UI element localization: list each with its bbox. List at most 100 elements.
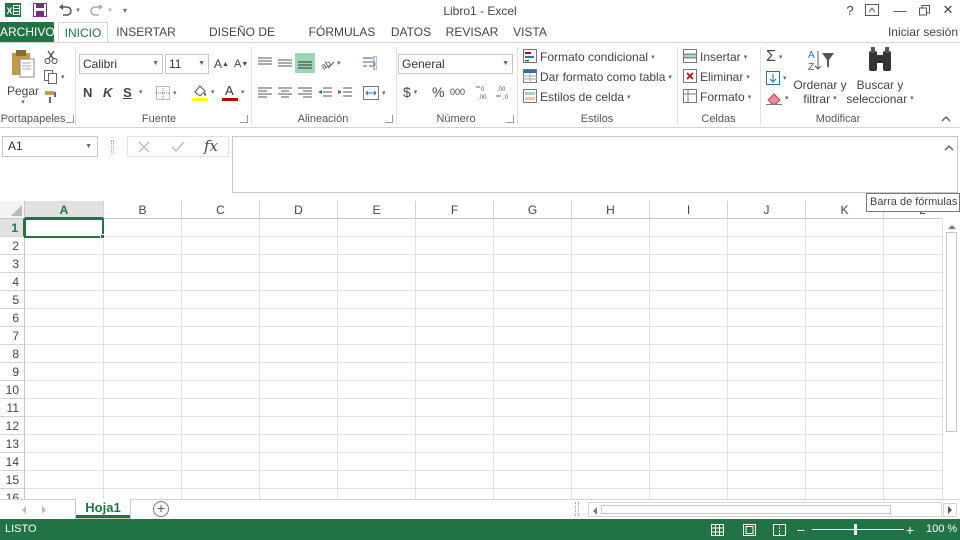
row-header[interactable]: 9 — [0, 363, 25, 381]
tab-archivo[interactable]: ARCHIVO — [0, 22, 55, 43]
thousands-button[interactable]: 000 — [450, 85, 468, 99]
align-left-icon[interactable] — [258, 85, 274, 101]
active-cell[interactable] — [24, 218, 104, 238]
row-header[interactable]: 8 — [0, 345, 25, 363]
currency-button[interactable]: $ ▾ — [403, 83, 429, 101]
tab-inicio[interactable]: INICIO — [58, 22, 108, 44]
row-header[interactable]: 10 — [0, 381, 25, 399]
formula-input[interactable] — [232, 136, 958, 193]
font-size-select[interactable]: 11 ▼ — [165, 54, 209, 74]
close-button[interactable]: ✕ — [936, 1, 960, 19]
page-break-view-icon[interactable] — [772, 523, 786, 536]
row-header[interactable]: 3 — [0, 255, 25, 273]
zoom-out-icon[interactable]: − — [796, 522, 806, 538]
tab-datos[interactable]: DATOS — [386, 22, 436, 43]
column-header[interactable]: J — [728, 201, 806, 219]
cut-icon[interactable] — [44, 49, 60, 65]
row-header[interactable]: 14 — [0, 453, 25, 471]
enter-icon[interactable] — [170, 139, 188, 155]
tab-vista[interactable]: VISTA — [508, 22, 552, 43]
decrease-decimal-icon[interactable]: ,00,0 — [496, 83, 512, 101]
alignment-launcher-icon[interactable] — [385, 115, 393, 123]
row-header[interactable]: 4 — [0, 273, 25, 291]
scroll-left-icon[interactable] — [591, 505, 599, 515]
collapse-formula-bar-icon[interactable] — [944, 141, 954, 151]
copy-icon[interactable]: ▾ — [44, 69, 70, 85]
row-header[interactable]: 16 — [0, 489, 25, 499]
formula-bar-grip[interactable] — [111, 140, 114, 154]
delete-cells-button[interactable]: Eliminar ▾ — [683, 68, 750, 86]
horizontal-scrollbar[interactable] — [588, 502, 942, 517]
fill-icon[interactable]: ▾ — [766, 69, 787, 87]
normal-view-icon[interactable] — [710, 523, 724, 536]
collapse-ribbon-icon[interactable] — [941, 113, 953, 125]
cancel-icon[interactable] — [136, 139, 154, 155]
fill-color-icon[interactable]: ▾ — [192, 83, 218, 101]
align-middle-icon[interactable] — [278, 55, 294, 71]
scroll-up-icon[interactable] — [947, 220, 957, 229]
scroll-right-icon[interactable] — [943, 503, 957, 517]
column-header[interactable]: I — [650, 201, 728, 219]
paste-button[interactable]: Pegar ▾ — [6, 49, 40, 106]
vertical-scroll-thumb[interactable] — [946, 232, 957, 432]
align-top-icon[interactable] — [258, 55, 274, 71]
help-button[interactable]: ? — [838, 1, 862, 19]
tab-insertar[interactable]: INSERTAR — [115, 22, 177, 43]
minimize-button[interactable]: — — [888, 1, 912, 19]
number-format-select[interactable]: General ▼ — [398, 54, 513, 74]
column-header[interactable]: E — [338, 201, 416, 219]
sheet-tab-hoja1[interactable]: Hoja1 — [75, 499, 131, 519]
column-header[interactable]: G — [494, 201, 572, 219]
row-header[interactable]: 1 — [0, 219, 25, 237]
find-select-button[interactable]: Buscar y seleccionar ▾ — [846, 47, 914, 113]
restore-icon[interactable] — [912, 1, 936, 19]
sign-in-link[interactable]: Iniciar sesión — [888, 22, 958, 43]
row-header[interactable]: 13 — [0, 435, 25, 453]
font-launcher-icon[interactable] — [240, 115, 248, 123]
next-sheet-icon[interactable] — [40, 504, 50, 514]
add-sheet-icon[interactable]: + — [153, 501, 169, 517]
page-layout-view-icon[interactable] — [742, 523, 756, 536]
number-launcher-icon[interactable] — [506, 115, 514, 123]
increase-indent-icon[interactable] — [338, 85, 354, 101]
select-all-corner[interactable] — [0, 201, 25, 219]
decrease-indent-icon[interactable] — [318, 85, 334, 101]
align-bottom-icon[interactable] — [295, 53, 315, 73]
worksheet-grid[interactable]: ABCDEFGHIJKL 12345678910111213141516 — [0, 201, 942, 499]
orientation-icon[interactable]: ab ▾ — [320, 55, 346, 71]
name-box[interactable]: A1 ▼ — [2, 136, 98, 157]
align-right-icon[interactable] — [298, 85, 314, 101]
autosum-icon[interactable]: Σ ▾ — [766, 48, 782, 66]
horizontal-scroll-thumb[interactable] — [601, 505, 891, 514]
zoom-slider-track[interactable] — [812, 529, 904, 530]
row-header[interactable]: 12 — [0, 417, 25, 435]
row-header[interactable]: 15 — [0, 471, 25, 489]
cell-styles-button[interactable]: Estilos de celda ▾ — [523, 88, 631, 106]
insert-cells-button[interactable]: Insertar ▾ — [683, 48, 747, 66]
conditional-format-button[interactable]: Formato condicional ▾ — [523, 48, 655, 66]
row-header[interactable]: 7 — [0, 327, 25, 345]
bold-button[interactable]: N — [83, 83, 95, 101]
increase-font-icon[interactable]: A ▲ — [214, 56, 230, 72]
format-cells-button[interactable]: Formato ▾ — [683, 88, 751, 106]
wrap-text-icon[interactable] — [363, 55, 379, 71]
tab-formulas[interactable]: FÓRMULAS — [307, 22, 377, 43]
percent-button[interactable]: % — [432, 83, 446, 101]
insert-function-button[interactable]: fx — [204, 137, 224, 156]
clear-icon[interactable]: ▾ — [766, 89, 789, 107]
ribbon-display-options-icon[interactable] — [860, 1, 884, 19]
column-header[interactable]: D — [260, 201, 338, 219]
column-header[interactable]: H — [572, 201, 650, 219]
tab-split-grip[interactable] — [575, 502, 579, 516]
tab-revisar[interactable]: REVISAR — [444, 22, 500, 43]
italic-button[interactable]: K — [103, 83, 115, 101]
row-header[interactable]: 5 — [0, 291, 25, 309]
row-header[interactable]: 6 — [0, 309, 25, 327]
column-header[interactable]: B — [104, 201, 182, 219]
underline-button[interactable]: S — [123, 83, 135, 101]
column-header[interactable]: C — [182, 201, 260, 219]
clipboard-launcher-icon[interactable] — [66, 115, 74, 123]
align-center-icon[interactable] — [278, 85, 294, 101]
row-header[interactable]: 11 — [0, 399, 25, 417]
fill-handle[interactable] — [100, 234, 105, 239]
